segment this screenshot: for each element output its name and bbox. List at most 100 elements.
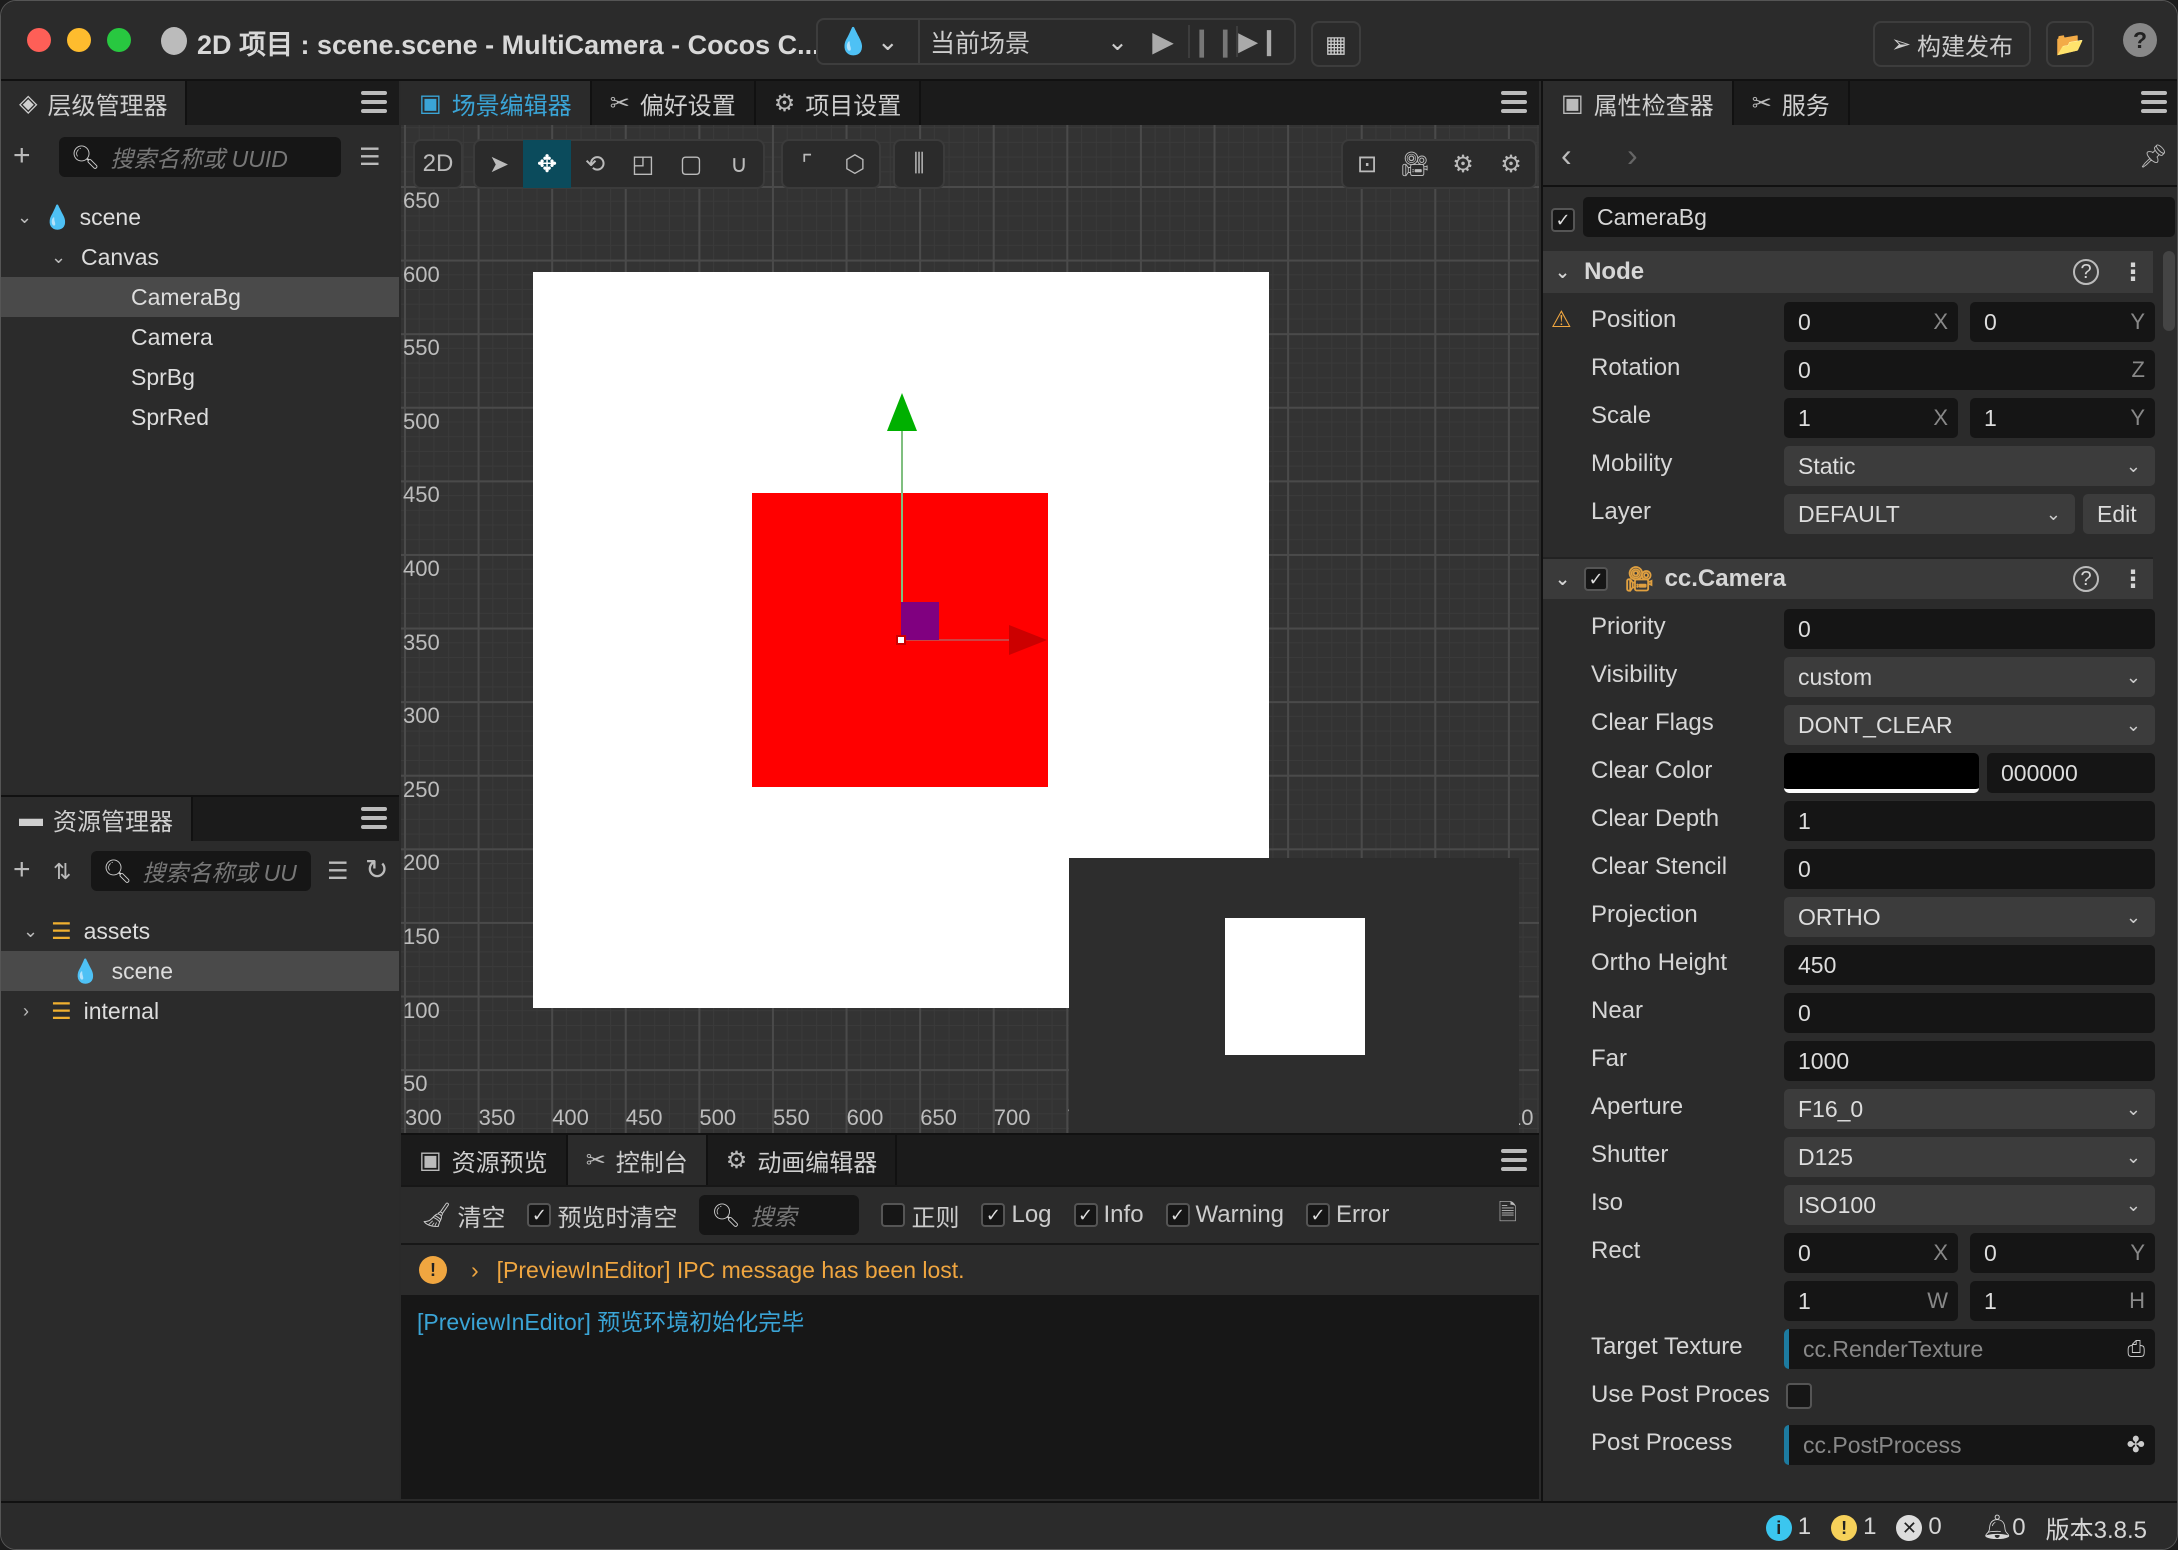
- property-input[interactable]: 450: [1784, 945, 2155, 985]
- color-hex-input[interactable]: 000000: [1987, 753, 2155, 793]
- tab-0[interactable]: ▣ 场景编辑器: [401, 81, 592, 125]
- chevron-down-icon[interactable]: ⌄: [23, 921, 43, 942]
- filter-log-checkbox[interactable]: ✓ Log: [981, 1201, 1052, 1229]
- property-input[interactable]: 0X: [1784, 1233, 1958, 1273]
- node-active-checkbox[interactable]: ✓: [1551, 207, 1575, 232]
- step-icon[interactable]: ▶❙: [1236, 26, 1280, 57]
- y-axis-arrow-icon[interactable]: [887, 393, 917, 431]
- close-window-button[interactable]: [27, 28, 51, 52]
- puzzle-icon[interactable]: ✤: [2127, 1432, 2145, 1458]
- property-select[interactable]: ORTHO ⌄: [1784, 897, 2155, 937]
- help-icon[interactable]: ?: [2073, 566, 2099, 592]
- assets-search-input[interactable]: 🔍︎ 搜索名称或 UU: [91, 851, 311, 891]
- zoom-window-button[interactable]: [107, 28, 131, 52]
- node-section-header[interactable]: ⌄ Node ? ⋮: [1543, 251, 2153, 293]
- property-input[interactable]: 0: [1784, 993, 2155, 1033]
- property-input[interactable]: 0X: [1784, 302, 1958, 342]
- property-select[interactable]: Static ⌄: [1784, 446, 2155, 486]
- inspector-scrollbar[interactable]: [2163, 251, 2175, 331]
- snap-tool-icon[interactable]: ∪: [715, 140, 763, 188]
- play-icon[interactable]: ▶: [1138, 25, 1188, 58]
- pin-icon[interactable]: 📌︎: [2139, 143, 2168, 170]
- property-select[interactable]: ISO100 ⌄: [1784, 1185, 2155, 1225]
- panel-menu-icon[interactable]: [1501, 91, 1527, 113]
- hierarchy-search-input[interactable]: 🔍︎ 搜索名称或 UUID: [59, 137, 341, 177]
- camera-icon[interactable]: 🎥︎: [1391, 140, 1439, 188]
- node-name-input[interactable]: CameraBg: [1583, 197, 2175, 237]
- gear-icon[interactable]: ⚙: [1439, 140, 1487, 188]
- chevron-down-icon[interactable]: ⌄: [51, 247, 71, 268]
- help-icon[interactable]: ?: [2073, 259, 2099, 285]
- tab-1[interactable]: ✂ 控制台: [567, 1135, 708, 1185]
- scene-viewport[interactable]: 650 600 550 500 450 400 350 300 250 200 150 100 50 30…: [401, 125, 1539, 1133]
- edit-layer-button[interactable]: Edit: [2083, 494, 2155, 534]
- filter-正则-checkbox[interactable]: 正则: [881, 1198, 959, 1233]
- property-select[interactable]: custom ⌄: [1784, 657, 2155, 697]
- property-input[interactable]: 1H: [1970, 1281, 2155, 1321]
- panel-menu-icon[interactable]: [2141, 91, 2167, 113]
- clear-button[interactable]: 🧹︎ 清空: [421, 1198, 505, 1233]
- add-node-button[interactable]: +: [13, 139, 31, 173]
- chevron-down-icon[interactable]: ⌄: [17, 207, 37, 228]
- property-select[interactable]: DEFAULT ⌄: [1784, 494, 2075, 534]
- local-space-icon[interactable]: ⬡: [831, 140, 879, 188]
- notification-count[interactable]: 🔔︎0: [1982, 1513, 2026, 1542]
- gizmo-center-handle[interactable]: [901, 602, 939, 640]
- add-asset-button[interactable]: +: [13, 853, 31, 887]
- asset-item[interactable]: ⌄ ☰ assets: [1, 911, 399, 951]
- back-icon[interactable]: ‹: [1561, 137, 1572, 174]
- asset-slot[interactable]: cc.RenderTexture ⎙: [1784, 1329, 2155, 1369]
- asset-item[interactable]: › ☰ internal: [1, 991, 399, 1031]
- panel-menu-icon[interactable]: [1501, 1149, 1527, 1171]
- 2d-toggle-button[interactable]: 2D: [413, 139, 463, 189]
- tree-node[interactable]: CameraBg: [1, 277, 399, 317]
- tab-assets[interactable]: ▬ 资源管理器: [1, 797, 193, 841]
- tab-2[interactable]: ⚙ 项目设置: [756, 81, 922, 125]
- expand-caret-icon[interactable]: ›: [471, 1257, 479, 1284]
- property-select[interactable]: F16_0 ⌄: [1784, 1089, 2155, 1129]
- camera-section-header[interactable]: ⌄ ✓ 🎥︎ cc.Camera ? ⋮: [1543, 557, 2153, 599]
- panel-menu-icon[interactable]: [361, 91, 387, 113]
- property-select[interactable]: D125 ⌄: [1784, 1137, 2155, 1177]
- align-icon[interactable]: ⫼: [895, 140, 943, 188]
- rotate-tool-icon[interactable]: ⟲: [571, 140, 619, 188]
- refresh-icon[interactable]: ↻: [365, 853, 388, 886]
- tree-node[interactable]: ⌄ 💧 scene: [1, 197, 399, 237]
- property-select[interactable]: DONT_CLEAR ⌄: [1784, 705, 2155, 745]
- component-enabled-checkbox[interactable]: ✓: [1584, 567, 1609, 591]
- scene-settings-icon[interactable]: ⚙: [1487, 140, 1535, 188]
- x-axis-arrow-icon[interactable]: [1009, 625, 1047, 655]
- tree-node[interactable]: SprRed: [1, 397, 399, 437]
- collapse-all-icon[interactable]: ☰: [359, 143, 381, 172]
- minimize-window-button[interactable]: [67, 28, 91, 52]
- tree-node[interactable]: ⌄ Canvas: [1, 237, 399, 277]
- console-search-input[interactable]: 🔍︎ 搜索: [699, 1195, 860, 1235]
- warning-count[interactable]: ! 1: [1831, 1513, 1876, 1542]
- asset-item[interactable]: 💧 scene: [1, 951, 399, 991]
- tab-0[interactable]: ▣ 属性检查器: [1543, 81, 1734, 125]
- filter-info-checkbox[interactable]: ✓ Info: [1073, 1201, 1144, 1229]
- qrcode-button[interactable]: ▦: [1311, 21, 1361, 67]
- property-input[interactable]: 0Z: [1784, 350, 2155, 390]
- scene-select[interactable]: 当前场景 ⌄: [918, 20, 1138, 63]
- property-checkbox[interactable]: [1786, 1383, 1812, 1409]
- pause-icon[interactable]: ❙❙: [1188, 25, 1237, 58]
- property-input[interactable]: 1: [1784, 801, 2155, 841]
- asset-slot[interactable]: cc.PostProcess ✤: [1784, 1425, 2155, 1465]
- more-icon[interactable]: ⋮: [2121, 565, 2145, 594]
- platform-dropdown[interactable]: 💧 ⌄: [818, 26, 918, 57]
- tree-node[interactable]: Camera: [1, 317, 399, 357]
- console-warning-row[interactable]: ! › [PreviewInEditor] IPC message has be…: [401, 1245, 1539, 1295]
- property-input[interactable]: 1W: [1784, 1281, 1958, 1321]
- tree-node[interactable]: SprBg: [1, 357, 399, 397]
- property-input[interactable]: 0Y: [1970, 1233, 2155, 1273]
- pivot-icon[interactable]: ⌜: [783, 140, 831, 188]
- filter-warning-checkbox[interactable]: ✓ Warning: [1165, 1201, 1284, 1229]
- tab-1[interactable]: ✂ 服务: [1734, 81, 1850, 125]
- texture-slot-icon[interactable]: ⎙: [2127, 1336, 2145, 1362]
- scale-tool-icon[interactable]: ◰: [619, 140, 667, 188]
- clear-on-preview-checkbox[interactable]: ✓ 预览时清空: [527, 1198, 677, 1233]
- more-icon[interactable]: ⋮: [2121, 258, 2145, 287]
- property-input[interactable]: 1Y: [1970, 398, 2155, 438]
- info-count[interactable]: i1: [1765, 1513, 1811, 1542]
